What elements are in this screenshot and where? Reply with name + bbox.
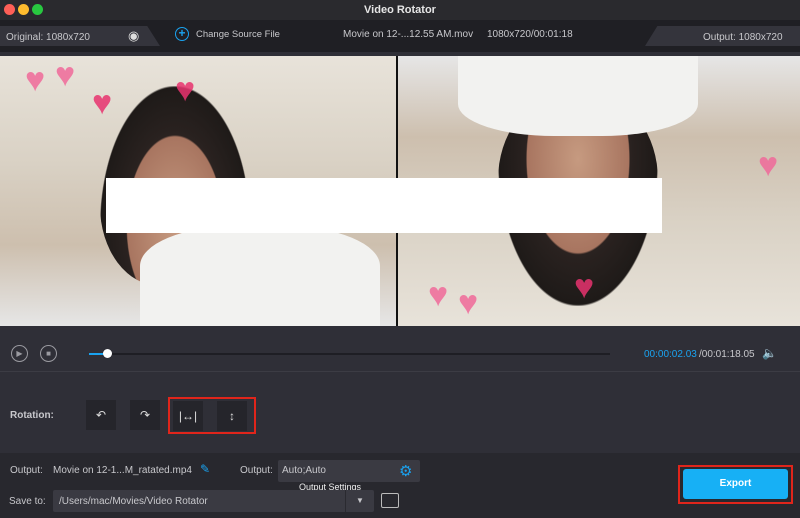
folder-icon[interactable] — [381, 493, 399, 508]
dropdown-arrow-icon[interactable]: ▼ — [345, 490, 374, 512]
title-bar: Video Rotator — [0, 0, 800, 20]
save-to-label: Save to: — [9, 496, 46, 507]
output-settings-label: Output: — [240, 465, 273, 476]
total-time: /00:01:18.05 — [699, 349, 755, 360]
progress-track[interactable] — [89, 349, 610, 358]
save-path-field[interactable]: /Users/mac/Movies/Video Rotator ▼ — [53, 490, 374, 512]
rotation-label: Rotation: — [10, 410, 54, 421]
rotate-right-button[interactable]: ↷ — [130, 400, 160, 430]
current-time: 00:00:02.03 — [644, 349, 697, 360]
redacted-area — [106, 178, 662, 233]
export-button[interactable]: Export — [683, 469, 788, 499]
output-resolution: Output: 1080x720 — [703, 32, 783, 43]
edit-icon[interactable]: ✎ — [200, 462, 210, 476]
play-button[interactable]: ▶ — [11, 345, 28, 362]
output-file-name: Movie on 12-1...M_ratated.mp4 — [53, 465, 192, 476]
video-preview: ♥ ♥ ♥ ♥ ♥ ♥ ♥ ♥ — [0, 56, 800, 326]
stop-button[interactable]: ■ — [40, 345, 57, 362]
output-settings-field[interactable]: Auto;Auto ⚙ — [278, 460, 420, 482]
playback-controls: ▶ ■ 00:00:02.03 /00:01:18.05 🔈 — [0, 330, 800, 372]
rotate-left-button[interactable]: ↶ — [86, 400, 116, 430]
add-icon[interactable]: + — [175, 27, 189, 41]
eye-icon[interactable]: ◉ — [128, 29, 146, 43]
original-resolution: Original: 1080x720 — [6, 32, 90, 43]
change-source-button[interactable]: Change Source File — [196, 29, 280, 40]
gear-icon[interactable]: ⚙ — [399, 462, 412, 480]
volume-icon[interactable]: 🔈 — [762, 346, 777, 360]
output-label: Output: — [10, 465, 43, 476]
progress-handle[interactable] — [103, 349, 112, 358]
file-name: Movie on 12-...12.55 AM.mov — [343, 29, 474, 40]
output-settings-value: Auto;Auto — [282, 465, 326, 476]
window-title: Video Rotator — [364, 4, 436, 16]
save-path-value: /Users/mac/Movies/Video Rotator — [59, 496, 208, 507]
flip-vertical-button[interactable]: ↕ — [217, 401, 247, 431]
flip-horizontal-button[interactable]: |↔| — [173, 401, 203, 431]
file-info: 1080x720/00:01:18 — [487, 29, 573, 40]
